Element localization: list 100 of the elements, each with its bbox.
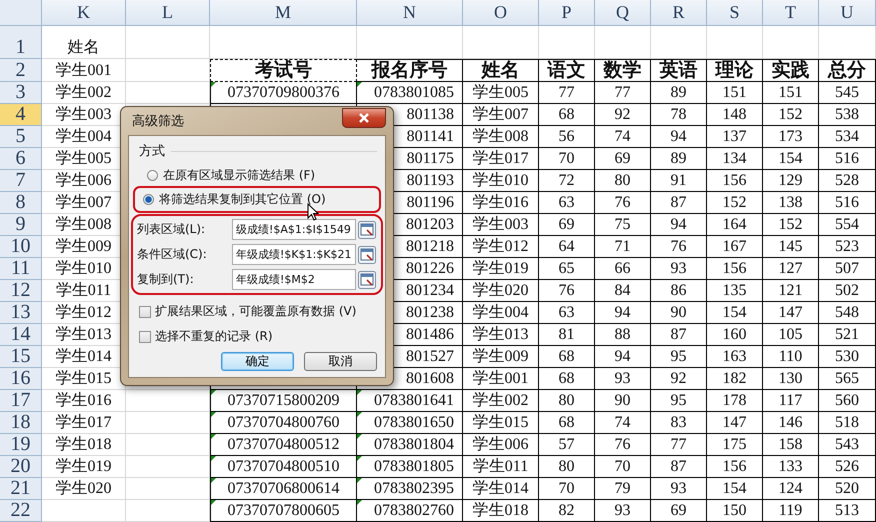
table-cell: 182 <box>707 368 763 390</box>
row-header[interactable]: 11 <box>0 258 42 280</box>
table-cell: 146 <box>763 412 819 434</box>
table-cell: 160 <box>707 324 763 346</box>
row-header[interactable]: 1 <box>0 26 42 59</box>
table-cell: 530 <box>819 346 876 368</box>
column-header[interactable]: K <box>42 0 126 26</box>
column-header[interactable]: T <box>763 0 819 26</box>
close-icon <box>359 113 369 123</box>
table-cell: 95 <box>651 346 707 368</box>
table-cell: 148 <box>707 104 763 126</box>
table-cell: 76 <box>595 192 651 214</box>
table-cell: 75 <box>595 214 651 236</box>
row-header[interactable]: 3 <box>0 82 42 104</box>
radio-label[interactable]: 将筛选结果复制到其它位置 (O) <box>159 191 326 208</box>
table-cell: 534 <box>819 126 876 148</box>
table-cell: 语文 <box>539 59 595 82</box>
checkbox-label[interactable]: 选择不重复的记录 (R) <box>155 328 273 345</box>
table-cell: 528 <box>819 170 876 192</box>
table-cell: 134 <box>707 148 763 170</box>
table-cell: 89 <box>651 82 707 104</box>
column-header[interactable]: N <box>357 0 463 26</box>
row-header[interactable]: 21 <box>0 478 42 500</box>
dialog-title: 高级筛选 <box>131 113 184 130</box>
ok-button[interactable]: 确定 <box>221 352 294 371</box>
table-cell: 152 <box>707 192 763 214</box>
checkbox-label[interactable]: 扩展结果区域，可能覆盖原有数据 (V) <box>155 303 356 320</box>
column-header[interactable]: P <box>539 0 595 26</box>
row-header[interactable]: 20 <box>0 456 42 478</box>
table-cell: 56 <box>539 126 595 148</box>
table-cell: 71 <box>595 236 651 258</box>
column-header[interactable]: S <box>707 0 763 26</box>
cancel-button[interactable]: 取消 <box>304 352 377 371</box>
empty-cell <box>539 26 595 59</box>
table-cell: 07370707800605 <box>210 500 357 522</box>
table-cell: 学生016 <box>463 192 539 214</box>
empty-cell <box>763 26 819 59</box>
table-cell: 学生014 <box>463 478 539 500</box>
row-header[interactable]: 17 <box>0 390 42 412</box>
row-header[interactable]: 22 <box>0 500 42 522</box>
table-cell: 0783801650 <box>357 412 463 434</box>
row-header[interactable]: 9 <box>0 214 42 236</box>
empty-cell <box>595 26 651 59</box>
range-picker-icon[interactable] <box>358 220 376 238</box>
table-cell: 154 <box>763 148 819 170</box>
field-label: 列表区域(L): <box>137 221 206 238</box>
row-header[interactable]: 4 <box>0 104 42 126</box>
table-cell: 119 <box>763 500 819 522</box>
row-header[interactable]: 6 <box>0 148 42 170</box>
row-header[interactable]: 18 <box>0 412 42 434</box>
table-cell: 学生001 <box>463 368 539 390</box>
range-field[interactable]: 年级成绩!$M$2 <box>232 269 356 290</box>
table-cell: 138 <box>763 192 819 214</box>
row-header[interactable]: 16 <box>0 368 42 390</box>
row-header[interactable]: 2 <box>0 59 42 82</box>
column-header[interactable]: R <box>651 0 707 26</box>
table-cell: 137 <box>707 126 763 148</box>
empty-cell <box>819 26 876 59</box>
field-label: 条件区域(C): <box>137 246 208 263</box>
checkbox[interactable] <box>139 306 151 318</box>
table-cell: 70 <box>595 456 651 478</box>
table-cell: 90 <box>651 302 707 324</box>
row-header[interactable]: 15 <box>0 346 42 368</box>
range-picker-icon[interactable] <box>358 270 376 288</box>
column-header[interactable]: U <box>819 0 876 26</box>
table-cell: 565 <box>819 368 876 390</box>
row-header[interactable]: 5 <box>0 126 42 148</box>
checkbox[interactable] <box>139 330 151 342</box>
table-cell: 117 <box>763 390 819 412</box>
radio-button[interactable] <box>143 194 154 205</box>
column-header[interactable]: Q <box>595 0 651 26</box>
table-cell: 63 <box>539 192 595 214</box>
table-cell: 156 <box>707 170 763 192</box>
row-header[interactable]: 19 <box>0 434 42 456</box>
table-cell: 姓名 <box>42 26 126 59</box>
row-header[interactable]: 8 <box>0 192 42 214</box>
table-cell: 学生016 <box>42 390 126 412</box>
table-cell: 87 <box>651 324 707 346</box>
close-button[interactable] <box>342 108 386 128</box>
table-cell: 69 <box>651 500 707 522</box>
table-cell: 0783801804 <box>357 434 463 456</box>
table-cell: 156 <box>707 456 763 478</box>
row-header[interactable]: 14 <box>0 324 42 346</box>
range-picker-icon[interactable] <box>358 246 376 264</box>
table-cell: 报名序号 <box>357 59 463 82</box>
table-cell: 学生005 <box>463 82 539 104</box>
row-header[interactable]: 12 <box>0 280 42 302</box>
column-header[interactable]: L <box>126 0 210 26</box>
range-field[interactable]: 级成绩!$A$1:$I$1549 <box>232 219 356 240</box>
column-header[interactable]: O <box>463 0 539 26</box>
row-header[interactable]: 13 <box>0 302 42 324</box>
column-header[interactable]: M <box>210 0 357 26</box>
row-header[interactable]: 10 <box>0 236 42 258</box>
table-cell: 94 <box>595 302 651 324</box>
row-header[interactable]: 7 <box>0 170 42 192</box>
table-cell: 513 <box>819 500 876 522</box>
radio-button[interactable] <box>147 170 158 181</box>
table-cell: 110 <box>763 346 819 368</box>
radio-label[interactable]: 在原有区域显示筛选结果 (F) <box>163 167 316 184</box>
range-field[interactable]: 年级成绩!$K$1:$K$21 <box>232 244 356 265</box>
